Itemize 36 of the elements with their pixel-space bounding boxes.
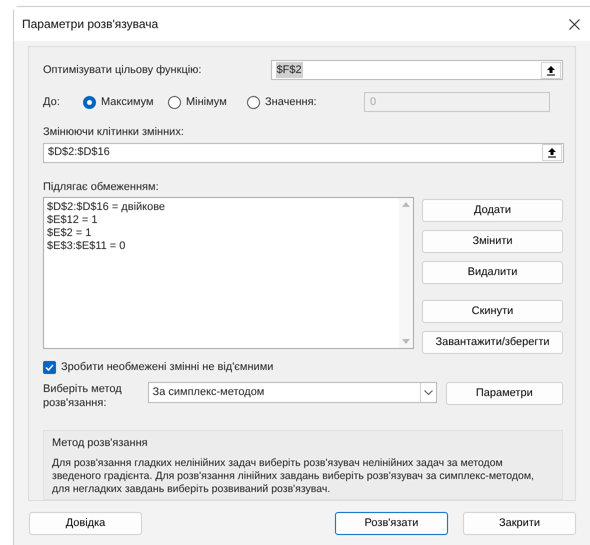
upload-arrow-icon (547, 147, 557, 158)
info-text: Для розв'язання гладких нелінійних задач виберіть розв'язувач нелінійних задач за методом зведеного градієнта. Для розв'язання лінійних завдань виберіть розв'язувач за симплекс-методом, для негладких завдань виберіть розвиваний розв'язувач. (52, 457, 535, 496)
objective-label: Оптимізувати цільову функцію: (43, 62, 202, 78)
constraint-item[interactable]: $E$3:$E$11 = 0 (47, 240, 399, 253)
to-label: До: (43, 94, 61, 110)
constraint-item[interactable]: $E$2 = 1 (47, 227, 399, 240)
radio-option[interactable]: Мінімум (168, 94, 247, 110)
constraint-button[interactable]: Додати (422, 199, 563, 222)
footer-button[interactable]: Розв'язати (335, 512, 448, 535)
options-button[interactable]: Параметри (446, 382, 563, 404)
info-title: Метод розв'язання (52, 436, 149, 450)
variables-label: Змінюючи клітинки змінних: (43, 125, 185, 140)
radio-option[interactable]: Максимум (83, 94, 168, 110)
constraint-button[interactable]: Змінити (422, 230, 563, 253)
constraint-button[interactable]: Видалити (422, 261, 563, 284)
constraint-button[interactable]: Завантажити/зберегти (422, 331, 563, 354)
collapse-button[interactable] (542, 144, 562, 161)
radio-option[interactable]: Значення: (247, 94, 364, 110)
constraint-button[interactable]: Скинути (422, 300, 563, 323)
method-label: Виберіть метод розв'язання: (43, 382, 123, 410)
variables-field[interactable]: $D$2:$D$16 (43, 142, 564, 162)
method-dropdown[interactable]: За симплекс-методом (148, 382, 437, 402)
footer-button[interactable]: Довідка (29, 512, 142, 535)
collapse-button[interactable] (541, 62, 561, 78)
constraints-label: Підлягає обмеженням: (43, 180, 160, 194)
footer-button[interactable]: Закрити (463, 512, 576, 535)
constraint-item[interactable]: $D$2:$D$16 = двійкове (47, 201, 399, 214)
chevron-down-icon (424, 390, 433, 394)
close-icon[interactable] (569, 18, 580, 30)
window-title: Параметри розв'язувача (22, 16, 158, 33)
checkbox[interactable] (43, 360, 56, 374)
constraints-list[interactable]: $D$2:$D$16 = двійкове $E$12 = 1 $E$2 = 1 $E$3:$E$11 = 0 (43, 197, 414, 349)
upload-arrow-icon (546, 64, 556, 76)
checkbox-label: Зробити необмежені змінні не від'ємними (61, 360, 274, 375)
objective-field[interactable]: $F$2 (270, 60, 563, 80)
constraint-item[interactable]: $E$12 = 1 (47, 214, 399, 227)
